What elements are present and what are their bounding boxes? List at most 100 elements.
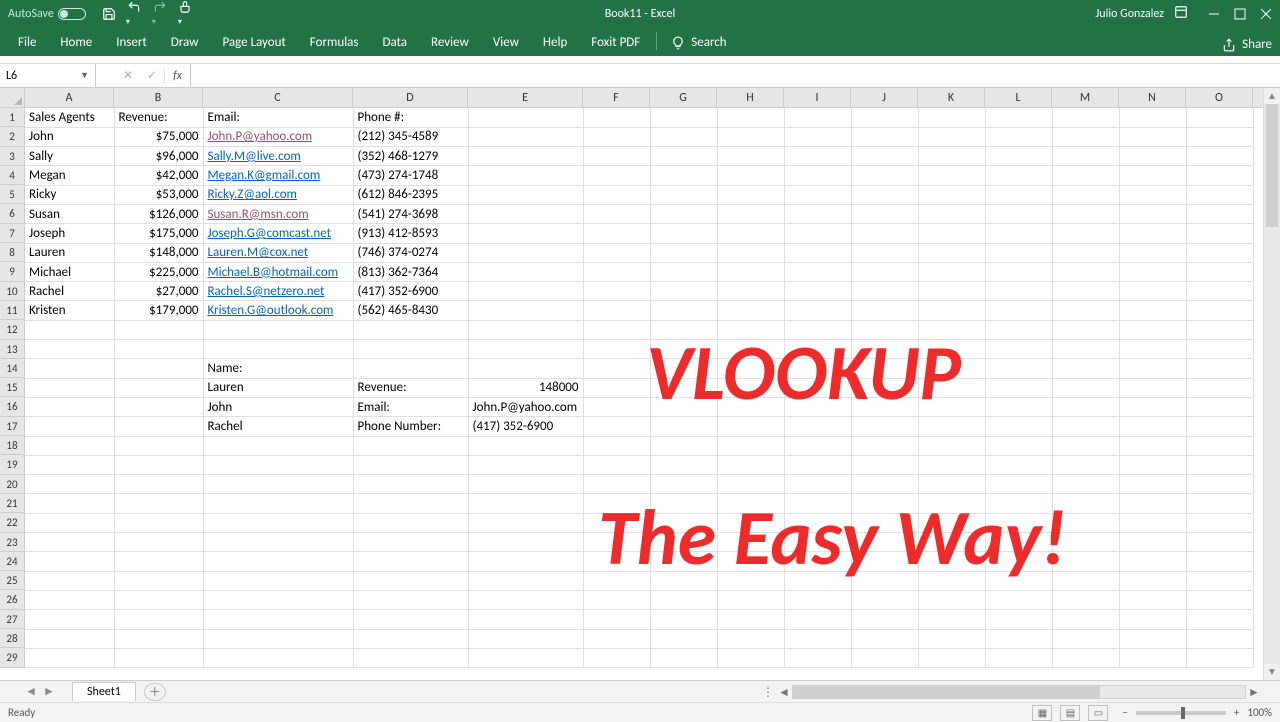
- cell-E11[interactable]: [468, 301, 583, 320]
- cell-K12[interactable]: [918, 320, 985, 339]
- cell-O14[interactable]: [1186, 359, 1253, 378]
- cell-O12[interactable]: [1186, 320, 1253, 339]
- cell-A8[interactable]: Lauren: [25, 243, 114, 262]
- cell-K20[interactable]: [918, 475, 985, 494]
- cell-N9[interactable]: [1119, 262, 1186, 281]
- cell-J5[interactable]: [851, 185, 918, 204]
- cell-E27[interactable]: [468, 610, 583, 629]
- cell-F18[interactable]: [583, 436, 650, 455]
- share-button[interactable]: Share: [1222, 37, 1272, 52]
- cell-N29[interactable]: [1119, 648, 1186, 667]
- cell-C19[interactable]: [203, 455, 353, 474]
- cell-I3[interactable]: [784, 147, 851, 166]
- cell-A16[interactable]: [25, 397, 114, 416]
- cell-J7[interactable]: [851, 224, 918, 243]
- cell-C11[interactable]: Kristen.G@outlook.com: [203, 301, 353, 320]
- cell-M20[interactable]: [1052, 475, 1119, 494]
- row-header-14[interactable]: 14: [0, 359, 24, 378]
- cell-O19[interactable]: [1186, 455, 1253, 474]
- cell-H22[interactable]: [717, 513, 784, 532]
- cell-D27[interactable]: [353, 610, 468, 629]
- cell-D5[interactable]: (612) 846-2395: [353, 185, 468, 204]
- cell-F25[interactable]: [583, 571, 650, 590]
- cell-J17[interactable]: [851, 417, 918, 436]
- cell-H17[interactable]: [717, 417, 784, 436]
- cell-O6[interactable]: [1186, 204, 1253, 223]
- cell-M22[interactable]: [1052, 513, 1119, 532]
- cell-H3[interactable]: [717, 147, 784, 166]
- cell-F28[interactable]: [583, 629, 650, 648]
- cell-A2[interactable]: John: [25, 127, 114, 146]
- cell-B28[interactable]: [114, 629, 203, 648]
- cell-O5[interactable]: [1186, 185, 1253, 204]
- cell-M5[interactable]: [1052, 185, 1119, 204]
- cell-F24[interactable]: [583, 552, 650, 571]
- cell-B12[interactable]: [114, 320, 203, 339]
- row-header-11[interactable]: 11: [0, 301, 24, 320]
- cell-D2[interactable]: (212) 345-4589: [353, 127, 468, 146]
- cell-O8[interactable]: [1186, 243, 1253, 262]
- zoom-level[interactable]: 100%: [1247, 706, 1272, 719]
- cell-B1[interactable]: Revenue:: [114, 108, 203, 127]
- cell-C12[interactable]: [203, 320, 353, 339]
- cell-J22[interactable]: [851, 513, 918, 532]
- zoom-out-icon[interactable]: −: [1122, 706, 1127, 719]
- cell-G12[interactable]: [650, 320, 717, 339]
- cell-D1[interactable]: Phone #:: [353, 108, 468, 127]
- cell-M7[interactable]: [1052, 224, 1119, 243]
- row-header-16[interactable]: 16: [0, 397, 24, 416]
- cell-F7[interactable]: [583, 224, 650, 243]
- cell-B16[interactable]: [114, 397, 203, 416]
- select-all-corner[interactable]: [0, 88, 25, 108]
- cell-A27[interactable]: [25, 610, 114, 629]
- row-header-12[interactable]: 12: [0, 320, 24, 339]
- cell-M26[interactable]: [1052, 590, 1119, 609]
- col-header-H[interactable]: H: [717, 88, 784, 107]
- cell-M19[interactable]: [1052, 455, 1119, 474]
- cell-G20[interactable]: [650, 475, 717, 494]
- cell-E26[interactable]: [468, 590, 583, 609]
- cell-C22[interactable]: [203, 513, 353, 532]
- cell-F1[interactable]: [583, 108, 650, 127]
- cell-F4[interactable]: [583, 166, 650, 185]
- cell-H23[interactable]: [717, 533, 784, 552]
- cell-K7[interactable]: [918, 224, 985, 243]
- cell-M10[interactable]: [1052, 282, 1119, 301]
- row-header-4[interactable]: 4: [0, 166, 24, 185]
- cell-O17[interactable]: [1186, 417, 1253, 436]
- col-header-F[interactable]: F: [583, 88, 650, 107]
- cell-L4[interactable]: [985, 166, 1052, 185]
- cell-L3[interactable]: [985, 147, 1052, 166]
- cell-C16[interactable]: John: [203, 397, 353, 416]
- cell-F5[interactable]: [583, 185, 650, 204]
- cell-K21[interactable]: [918, 494, 985, 513]
- cell-E12[interactable]: [468, 320, 583, 339]
- cell-E16[interactable]: John.P@yahoo.com: [468, 397, 583, 416]
- cell-K8[interactable]: [918, 243, 985, 262]
- cell-I24[interactable]: [784, 552, 851, 571]
- cell-I16[interactable]: [784, 397, 851, 416]
- cell-K29[interactable]: [918, 648, 985, 667]
- tab-home[interactable]: Home: [48, 30, 104, 56]
- row-header-5[interactable]: 5: [0, 185, 24, 204]
- cell-A23[interactable]: [25, 533, 114, 552]
- cell-F19[interactable]: [583, 455, 650, 474]
- cell-O4[interactable]: [1186, 166, 1253, 185]
- worksheet-grid[interactable]: 1234567891011121314151617181920212223242…: [0, 88, 1280, 680]
- tab-file[interactable]: File: [6, 30, 48, 56]
- cell-I25[interactable]: [784, 571, 851, 590]
- cell-N4[interactable]: [1119, 166, 1186, 185]
- cell-K16[interactable]: [918, 397, 985, 416]
- cell-J4[interactable]: [851, 166, 918, 185]
- row-header-15[interactable]: 15: [0, 378, 24, 397]
- save-icon[interactable]: [102, 7, 116, 21]
- fx-icon[interactable]: fx: [164, 69, 190, 83]
- cell-D19[interactable]: [353, 455, 468, 474]
- cell-I4[interactable]: [784, 166, 851, 185]
- cell-H6[interactable]: [717, 204, 784, 223]
- cell-E25[interactable]: [468, 571, 583, 590]
- cell-J24[interactable]: [851, 552, 918, 571]
- cell-J6[interactable]: [851, 204, 918, 223]
- cell-I22[interactable]: [784, 513, 851, 532]
- cell-O28[interactable]: [1186, 629, 1253, 648]
